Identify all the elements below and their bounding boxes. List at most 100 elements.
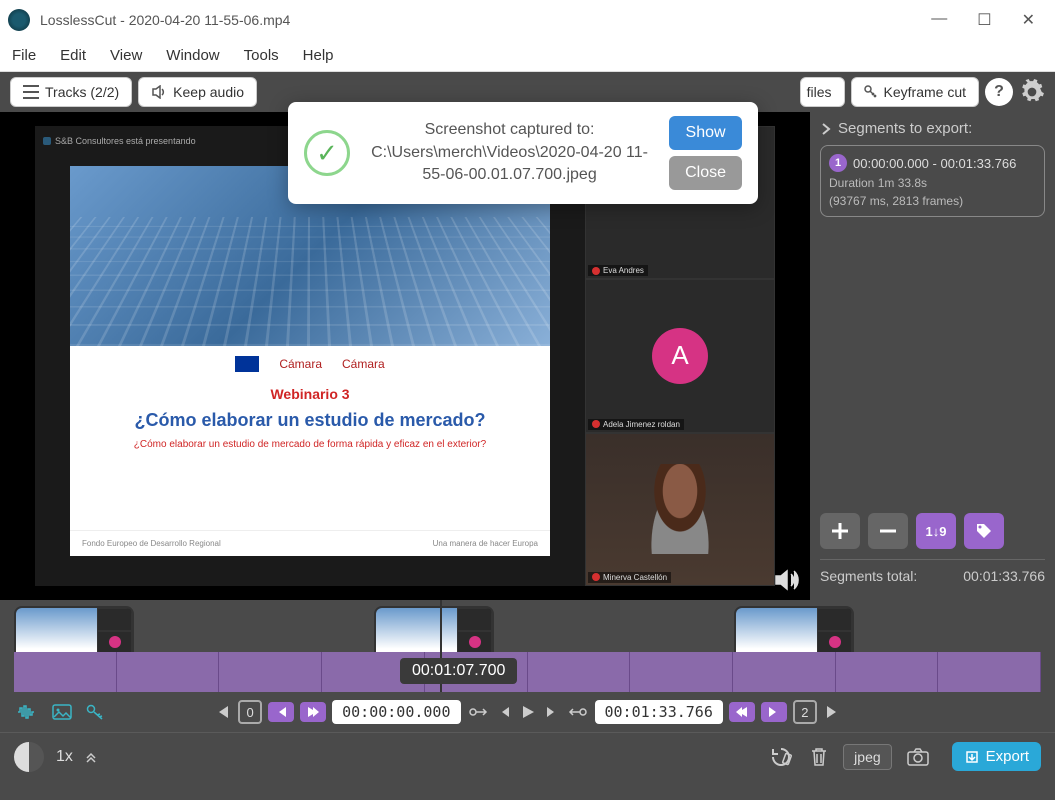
participant-avatar: A [652,328,708,384]
thumbnails-toggle[interactable] [50,702,74,722]
slide-subtitle: ¿Cómo elaborar un estudio de mercado de … [80,439,540,450]
keyframes-toggle[interactable] [84,702,106,722]
jump-start-button[interactable] [212,702,232,722]
segments-total-label: Segments total: [820,568,917,584]
toast-line2: C:\Users\merch\Videos\2020-04-20 11-55-0… [364,142,655,187]
presenter-text: S&B Consultores está presentando [55,136,196,146]
keep-audio-button[interactable]: Keep audio [138,77,257,107]
jump-end-button[interactable] [823,702,843,722]
eu-flag-icon [235,356,259,372]
menu-tools[interactable]: Tools [244,47,279,64]
jump-cut-start-button[interactable] [467,704,491,720]
toast-close-button[interactable]: Close [669,156,742,190]
minus-icon [878,521,898,541]
presenter-icon [43,137,51,145]
segments-total-value: 00:01:33.766 [963,568,1045,584]
app-icon [8,9,30,31]
segment-item[interactable]: 1 00:00:00.000 - 00:01:33.766 Duration 1… [820,145,1045,217]
trash-button[interactable] [807,744,831,770]
next-keyframe-button[interactable] [761,702,787,722]
set-end-button[interactable] [729,702,755,722]
tag-icon [975,522,993,540]
playback-controls: 0 00:00:00.000 00:01:33.766 2 [0,692,1055,732]
keep-audio-label: Keep audio [173,84,244,100]
tracks-button[interactable]: Tracks (2/2) [10,77,132,107]
screenshot-toast: ✓ Screenshot captured to: C:\Users\merch… [288,102,758,204]
segments-total: Segments total: 00:01:33.766 [820,559,1045,592]
window-controls: — ☐ ✕ [931,10,1047,30]
keyframe-cut-label: Keyframe cut [884,84,966,100]
step-forward-button[interactable] [543,703,559,721]
next-segment-button[interactable]: 2 [793,700,817,724]
slide-footer-left: Fondo Europeo de Desarrollo Regional [82,539,221,548]
menu-edit[interactable]: Edit [60,47,86,64]
segment-duration: Duration 1m 33.8s [829,176,1036,190]
playback-speed[interactable]: 1x [56,748,73,766]
segments-header-label: Segments to export: [838,120,972,137]
logo-camara-1: Cámara [279,357,322,371]
export-label: Export [986,748,1029,765]
yin-yang-button[interactable] [14,742,44,772]
waveform-toggle[interactable] [14,702,40,722]
rotate-button[interactable] [767,743,795,771]
slide: Cámara Cámara Webinario 3 ¿Cómo elaborar… [70,166,550,556]
toast-message: Screenshot captured to: C:\Users\merch\V… [364,119,655,186]
files-label: files [807,84,832,100]
tag-segment-button[interactable] [964,513,1004,549]
export-button[interactable]: Export [952,742,1041,771]
timeline-track[interactable] [14,652,1041,692]
plus-icon [830,521,850,541]
jump-cut-end-button[interactable] [565,704,589,720]
speed-chevron-icon[interactable] [85,751,97,763]
step-back-button[interactable] [497,703,513,721]
menubar: File Edit View Window Tools Help [0,40,1055,72]
participant-cell-3: Minerva Castellón [585,433,775,586]
help-button[interactable]: ? [985,78,1013,106]
maximize-button[interactable]: ☐ [977,10,991,30]
settings-icon[interactable] [1019,79,1045,105]
segment-action-buttons: 1↓9 [820,513,1045,549]
remove-segment-button[interactable] [868,513,908,549]
close-window-button[interactable]: ✕ [1022,10,1035,30]
current-time-bubble: 00:01:07.700 [400,658,517,684]
prev-keyframe-button[interactable] [268,702,294,722]
segments-panel: Segments to export: 1 00:00:00.000 - 00:… [810,112,1055,600]
segment-number: 1 [829,154,847,172]
participant-name-1: Eva Andres [588,265,648,276]
menu-window[interactable]: Window [166,47,219,64]
tracks-label: Tracks (2/2) [45,84,119,100]
keyframe-cut-button[interactable]: Keyframe cut [851,77,979,107]
set-start-button[interactable] [300,702,326,722]
menu-file[interactable]: File [12,47,36,64]
timeline[interactable]: 00:01:07.700 [0,600,1055,692]
key-icon [864,85,878,99]
capture-format[interactable]: jpeg [843,744,891,770]
menu-help[interactable]: Help [303,47,334,64]
participant-camera-feed [640,464,720,554]
sort-segments-button[interactable]: 1↓9 [916,513,956,549]
toast-show-button[interactable]: Show [669,116,742,150]
participant-name-2: Adela Jimenez roldan [588,419,684,430]
capture-button[interactable] [904,745,932,769]
segments-header[interactable]: Segments to export: [820,120,1045,137]
minimize-button[interactable]: — [931,10,947,30]
export-icon [964,749,980,765]
start-time-input[interactable]: 00:00:00.000 [332,700,460,724]
menu-view[interactable]: View [110,47,142,64]
add-segment-button[interactable] [820,513,860,549]
slide-logos: Cámara Cámara [70,346,550,382]
slide-footer-right: Una manera de hacer Europa [433,539,538,548]
success-check-icon: ✓ [304,130,350,176]
play-button[interactable] [519,702,537,722]
logo-camara-2: Cámara [342,357,385,371]
sort-label: 1↓9 [926,524,947,539]
slide-webinar-num: Webinario 3 [80,386,540,402]
titlebar: LosslessCut - 2020-04-20 11-55-06.mp4 — … [0,0,1055,40]
volume-icon[interactable] [774,568,802,592]
end-time-input[interactable]: 00:01:33.766 [595,700,723,724]
prev-segment-button[interactable]: 0 [238,700,262,724]
list-icon [23,85,39,99]
segment-range: 00:00:00.000 - 00:01:33.766 [853,156,1016,171]
files-button[interactable]: files [800,77,845,107]
participant-name-3: Minerva Castellón [588,572,671,583]
